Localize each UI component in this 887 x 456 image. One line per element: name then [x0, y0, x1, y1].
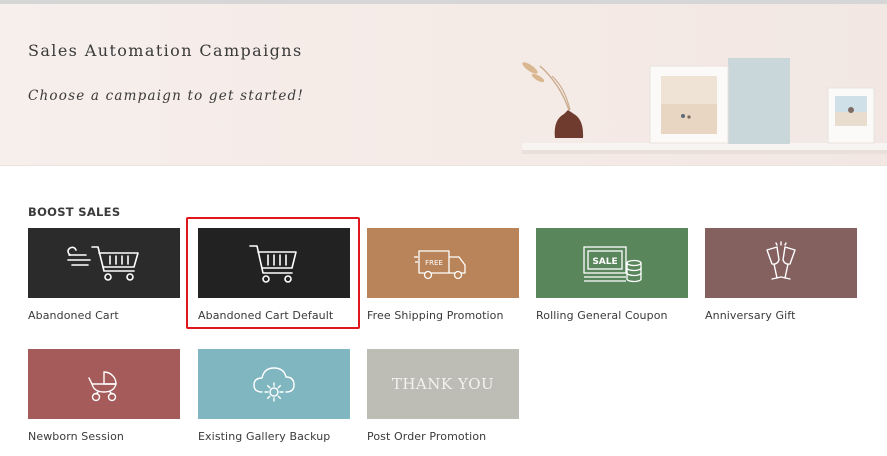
card-thumbnail[interactable]: [28, 349, 180, 419]
champagne-glasses-icon: [766, 241, 796, 280]
shopping-cart-icon: [249, 245, 297, 283]
delivery-truck-icon: FREE: [414, 250, 466, 280]
card-thumbnail[interactable]: [198, 349, 350, 419]
card-thumbnail[interactable]: [705, 228, 857, 298]
card-label[interactable]: Abandoned Cart: [28, 309, 119, 322]
card-label[interactable]: Abandoned Cart Default: [198, 309, 333, 322]
card-label[interactable]: Anniversary Gift: [705, 309, 796, 322]
card-thumbnail[interactable]: FREE: [367, 228, 519, 298]
campaign-card-free-shipping-promotion[interactable]: FREE Free Shipping Promotion: [367, 228, 519, 324]
svg-text:FREE: FREE: [425, 259, 443, 267]
campaign-card-abandoned-cart-default[interactable]: Abandoned Cart Default: [198, 228, 350, 324]
card-label[interactable]: Existing Gallery Backup: [198, 430, 330, 443]
cart-speed-icon: [67, 246, 139, 281]
shelf-decor-illustration: [522, 58, 887, 154]
svg-text:SALE: SALE: [592, 257, 617, 267]
card-thumbnail[interactable]: THANK YOU: [367, 349, 519, 419]
card-label[interactable]: Rolling General Coupon: [536, 309, 668, 322]
campaign-card-abandoned-cart[interactable]: Abandoned Cart: [28, 228, 180, 324]
campaign-card-rolling-general-coupon[interactable]: SALE Rolling General Coupon: [536, 228, 688, 324]
campaign-card-post-order-promotion[interactable]: THANK YOU Post Order Promotion: [367, 349, 519, 445]
card-label[interactable]: Post Order Promotion: [367, 430, 486, 443]
card-thumbnail[interactable]: SALE: [536, 228, 688, 298]
card-label[interactable]: Newborn Session: [28, 430, 124, 443]
thank-you-text: THANK YOU: [391, 375, 495, 393]
card-thumbnail[interactable]: [198, 228, 350, 298]
baby-stroller-icon: [88, 371, 117, 402]
campaign-card-newborn-session[interactable]: Newborn Session: [28, 349, 180, 445]
campaign-card-existing-gallery-backup[interactable]: Existing Gallery Backup: [198, 349, 350, 445]
card-thumbnail[interactable]: [28, 228, 180, 298]
header-banner: Sales Automation Campaigns Choose a camp…: [0, 4, 887, 166]
card-label[interactable]: Free Shipping Promotion: [367, 309, 504, 322]
section-title: BOOST SALES: [28, 205, 121, 219]
campaign-card-anniversary-gift[interactable]: Anniversary Gift: [705, 228, 857, 324]
cloud-gear-icon: [253, 367, 295, 402]
sale-coupon-icon: SALE: [583, 246, 642, 283]
